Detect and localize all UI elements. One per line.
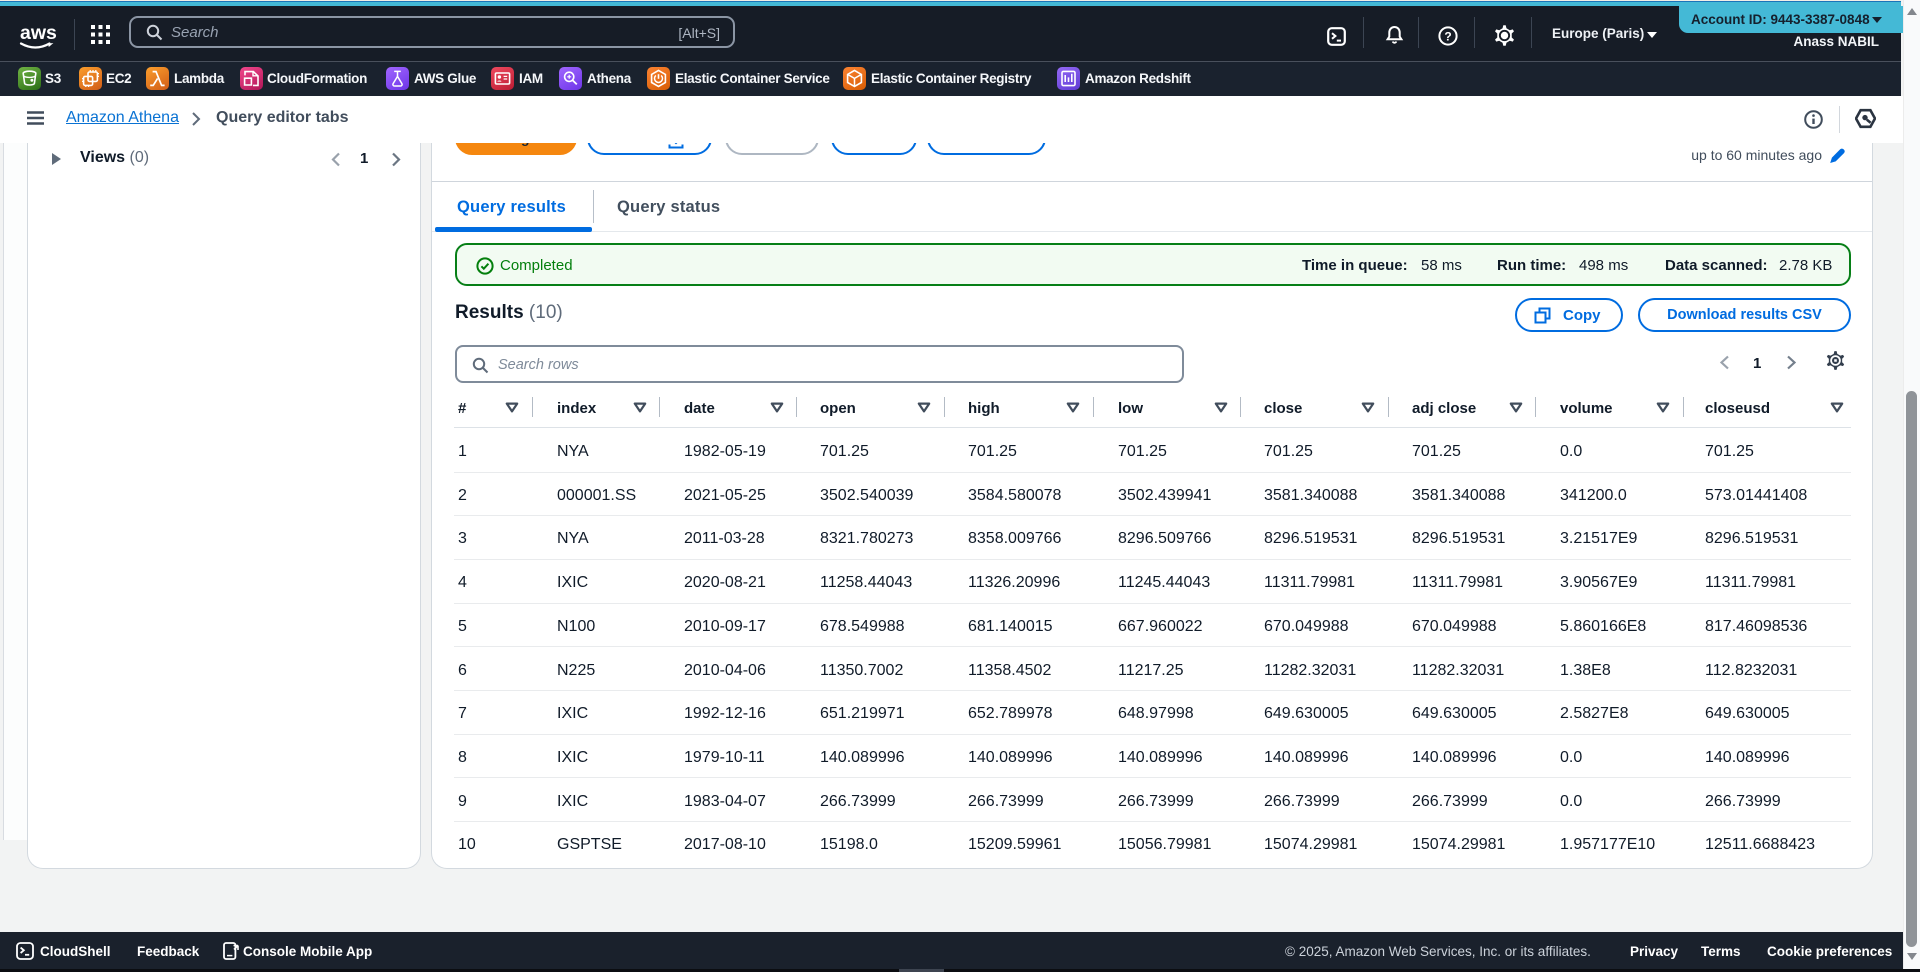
- svg-text:aws: aws: [20, 22, 57, 44]
- svg-text:?: ?: [1444, 29, 1451, 43]
